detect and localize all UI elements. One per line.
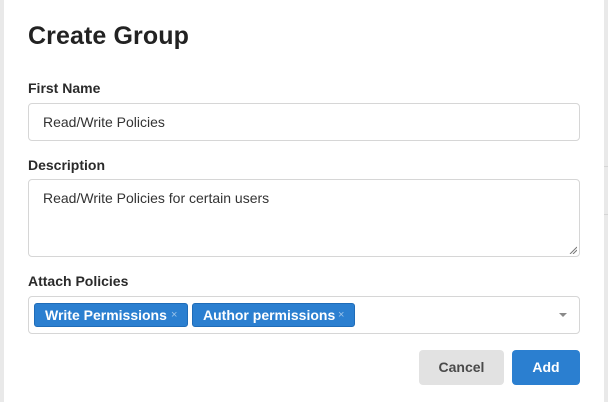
background-divider bbox=[604, 166, 608, 167]
policy-tag-label: Write Permissions bbox=[45, 307, 167, 323]
cancel-button[interactable]: Cancel bbox=[419, 350, 504, 385]
policy-tag: Write Permissions × bbox=[34, 303, 188, 327]
background-divider bbox=[604, 214, 608, 215]
remove-tag-icon[interactable]: × bbox=[338, 304, 344, 326]
first-name-value: Read/Write Policies bbox=[43, 114, 165, 130]
policy-tag: Author permissions × bbox=[192, 303, 355, 327]
attach-policies-label: Attach Policies bbox=[28, 273, 129, 289]
first-name-field[interactable]: Read/Write Policies bbox=[28, 103, 580, 141]
description-label: Description bbox=[28, 157, 106, 173]
create-group-dialog: Create Group First Name Read/Write Polic… bbox=[4, 0, 604, 402]
remove-tag-icon[interactable]: × bbox=[171, 304, 177, 326]
first-name-label: First Name bbox=[28, 80, 101, 96]
attach-policies-select[interactable]: Write Permissions × Author permissions × bbox=[28, 296, 580, 334]
policy-tag-label: Author permissions bbox=[203, 307, 336, 323]
chevron-down-icon[interactable] bbox=[559, 313, 567, 317]
add-button[interactable]: Add bbox=[512, 350, 580, 385]
resize-grip-icon[interactable] bbox=[569, 246, 577, 254]
description-value: Read/Write Policies for certain users bbox=[43, 190, 270, 206]
dialog-title: Create Group bbox=[28, 22, 189, 50]
description-field[interactable]: Read/Write Policies for certain users bbox=[28, 179, 580, 257]
